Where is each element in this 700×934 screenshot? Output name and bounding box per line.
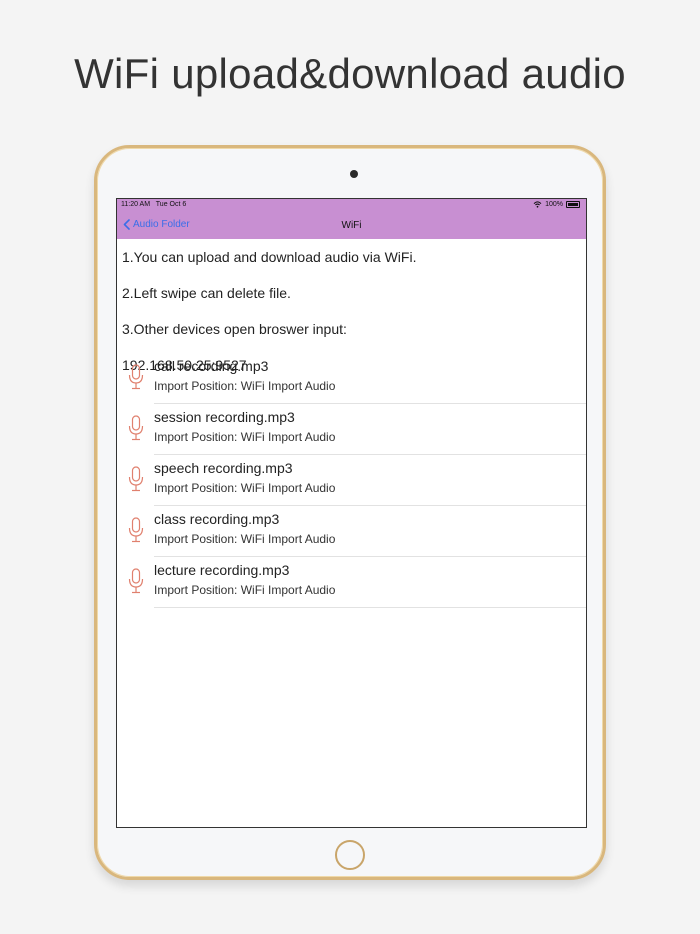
instruction-1: 1.You can upload and download audio via … bbox=[122, 249, 417, 265]
file-name: session recording.mp3 bbox=[154, 409, 295, 425]
navigation-bar: Audio Folder WiFi bbox=[117, 212, 586, 239]
file-position: Import Position: WiFi Import Audio bbox=[154, 532, 336, 546]
nav-title: WiFi bbox=[341, 220, 362, 231]
list-item[interactable]: lecture recording.mp3 Import Position: W… bbox=[117, 557, 586, 608]
status-time: 11:20 AM bbox=[121, 201, 151, 208]
page-headline: WiFi upload&download audio bbox=[74, 50, 626, 97]
microphone-icon bbox=[128, 568, 144, 594]
home-button[interactable] bbox=[335, 840, 365, 870]
list-item[interactable]: session recording.mp3 Import Position: W… bbox=[117, 404, 586, 455]
file-name: class recording.mp3 bbox=[154, 511, 280, 527]
file-name: speech recording.mp3 bbox=[154, 460, 293, 476]
battery-percent: 100% bbox=[545, 201, 563, 208]
instruction-2: 2.Left swipe can delete file. bbox=[122, 285, 291, 301]
file-position: Import Position: WiFi Import Audio bbox=[154, 430, 336, 444]
list-item[interactable]: speech recording.mp3 Import Position: Wi… bbox=[117, 455, 586, 506]
microphone-icon bbox=[128, 517, 144, 543]
file-name: call recording.mp3 bbox=[154, 358, 269, 374]
microphone-icon bbox=[128, 364, 144, 390]
file-position: Import Position: WiFi Import Audio bbox=[154, 481, 336, 495]
wifi-icon bbox=[533, 201, 542, 208]
instruction-3: 3.Other devices open broswer input: bbox=[122, 321, 347, 337]
file-name: lecture recording.mp3 bbox=[154, 562, 290, 578]
divider bbox=[154, 607, 586, 608]
list-item[interactable]: call recording.mp3 Import Position: WiFi… bbox=[117, 353, 586, 404]
camera-dot bbox=[350, 170, 358, 178]
app-screen: 11:20 AM Tue Oct 6 100% Audio Folder WiF… bbox=[116, 198, 587, 828]
microphone-icon bbox=[128, 415, 144, 441]
status-bar: 11:20 AM Tue Oct 6 100% bbox=[117, 199, 586, 212]
file-position: Import Position: WiFi Import Audio bbox=[154, 583, 336, 597]
file-position: Import Position: WiFi Import Audio bbox=[154, 379, 336, 393]
list-item[interactable]: class recording.mp3 Import Position: WiF… bbox=[117, 506, 586, 557]
file-list: call recording.mp3 Import Position: WiFi… bbox=[117, 353, 586, 608]
microphone-icon bbox=[128, 466, 144, 492]
status-date: Tue Oct 6 bbox=[155, 201, 187, 208]
battery-icon bbox=[566, 201, 580, 208]
